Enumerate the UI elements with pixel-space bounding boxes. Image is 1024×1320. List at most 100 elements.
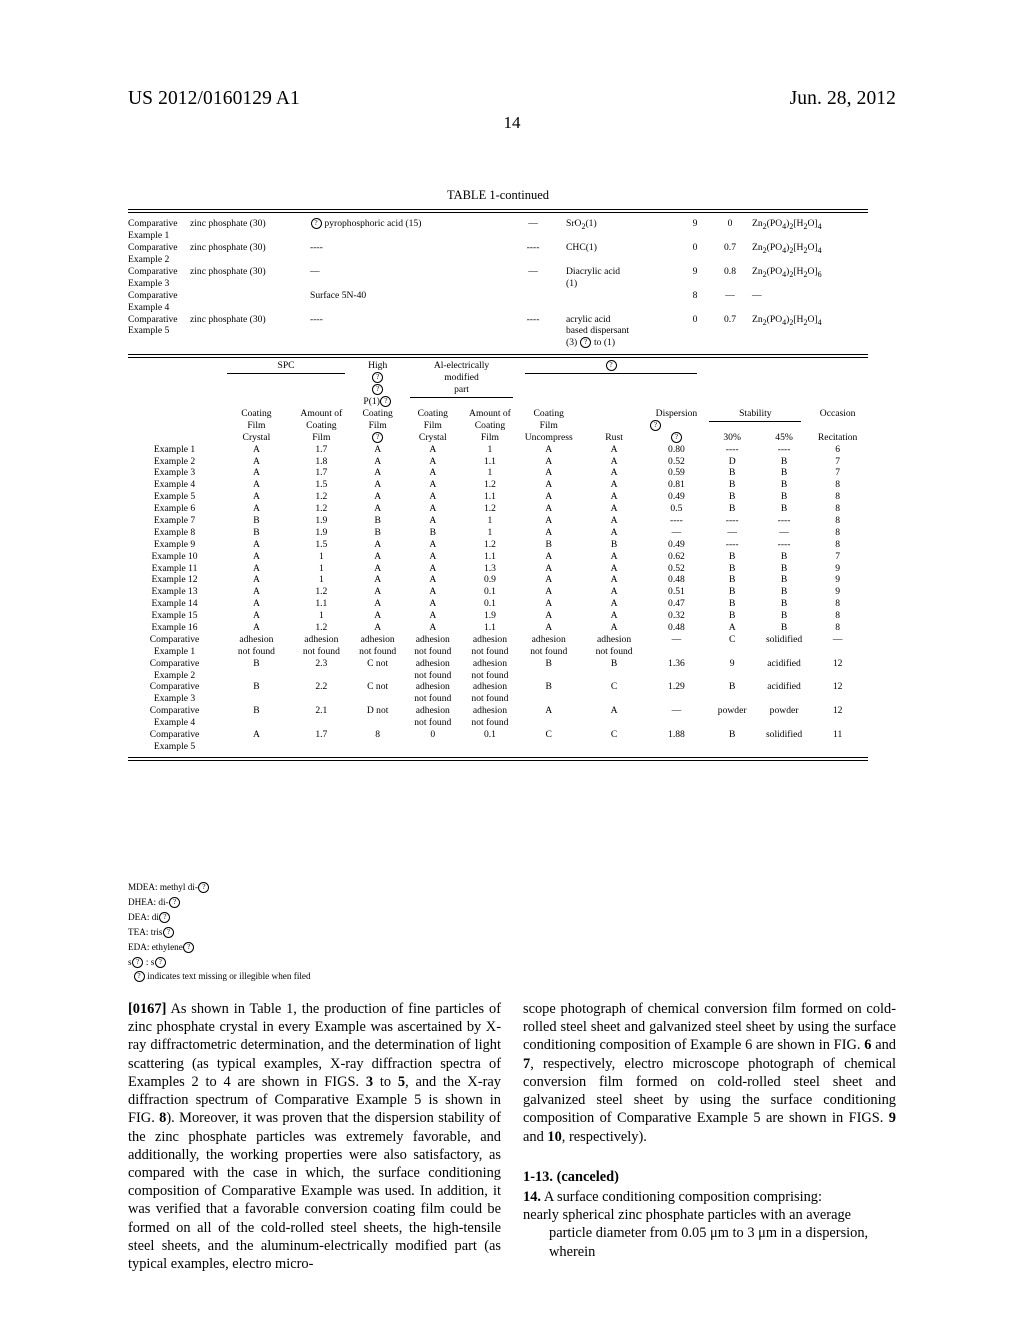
table-cell: A bbox=[429, 622, 437, 634]
table-cell: B bbox=[780, 562, 788, 574]
table-cell: 1.2 bbox=[483, 538, 496, 550]
table-cell: 1 bbox=[487, 467, 493, 479]
footnote-line: MDEA: methyl di-? bbox=[128, 880, 628, 895]
table-cell: 1.1 bbox=[483, 550, 496, 562]
table-cell: 1.9 bbox=[315, 515, 328, 526]
table-cell: B bbox=[780, 586, 788, 598]
table-cell: 0.49 bbox=[668, 491, 685, 503]
illegible-marker-icon: ? bbox=[310, 218, 322, 230]
table-cell: adhesion not found bbox=[302, 633, 340, 657]
table-group-header-row: SPC High ? ? P(1)? Al-electrically modif… bbox=[128, 360, 868, 408]
paragraph-0167: [0167] As shown in Table 1, the producti… bbox=[128, 1000, 501, 1273]
table-cell: A bbox=[374, 455, 382, 467]
table-row: Comparative Example 4 B 2.1 D not adhesion not… bbox=[128, 705, 868, 729]
illegible-marker-icon: ? bbox=[169, 896, 181, 908]
table-cell: ‐‐‐‐ bbox=[777, 538, 791, 550]
table-row: Example 11 A 1 A A 1.3 A A 0.52 B B 9 bbox=[128, 563, 868, 575]
cell-acid: ? pyrophosphoric acid (15) bbox=[310, 218, 500, 242]
table-cell: 1.1 bbox=[483, 455, 496, 467]
table-cell: A bbox=[252, 562, 260, 574]
table-row: Example 3 A 1.7 A A 1 A A 0.59 B B 7 bbox=[128, 467, 868, 479]
cell-formula: Zn2(PO4)2[H2O]4 bbox=[752, 313, 822, 327]
table-cell: A bbox=[374, 479, 382, 491]
table-cell: A bbox=[374, 538, 382, 550]
table-cell: B bbox=[728, 503, 736, 515]
table-cell: B bbox=[780, 550, 788, 562]
table-cell: 1.2 bbox=[315, 586, 328, 598]
illegible-marker-icon: ? bbox=[372, 372, 384, 384]
table-cell: 1.7 bbox=[315, 729, 328, 741]
subheader-crystal-2: Crystal bbox=[418, 431, 447, 443]
cell-dash bbox=[500, 290, 566, 314]
table-cell: — bbox=[832, 633, 843, 645]
table-bottom-rule bbox=[128, 756, 868, 761]
table-cell: B bbox=[728, 729, 736, 741]
table-cell: 1 bbox=[318, 550, 324, 562]
table-cell: A bbox=[252, 586, 260, 598]
table-cell: 1.2 bbox=[483, 503, 496, 515]
subheader-30pct: 30% bbox=[723, 431, 741, 443]
table-cell: — bbox=[671, 526, 682, 538]
table-cell: A bbox=[374, 574, 382, 586]
row-label: Example 4 bbox=[153, 479, 196, 491]
row-label: Example 5 bbox=[153, 491, 196, 503]
upper-bottom-rule bbox=[128, 354, 868, 359]
group-header-dispersion: ? bbox=[519, 360, 704, 408]
row-label: Comparative Example 3 bbox=[128, 266, 178, 289]
cell-acid: — bbox=[310, 266, 320, 277]
table-cell: 0.1 bbox=[483, 586, 496, 598]
subheader-rust: Rust bbox=[605, 431, 623, 443]
table-cell: 1 bbox=[487, 526, 493, 538]
table-cell: A bbox=[429, 538, 437, 550]
group-header-al-part: Al-electrically modified part bbox=[404, 360, 518, 408]
row-label: Example 3 bbox=[153, 467, 196, 479]
table-cell: 0.9 bbox=[483, 574, 496, 586]
table-cell: A bbox=[252, 598, 260, 610]
table-cell: A bbox=[728, 622, 736, 634]
row-label: Comparative Example 1 bbox=[149, 633, 200, 657]
claims-spacer bbox=[523, 1156, 896, 1168]
table-cell: C bbox=[545, 729, 552, 741]
claims-canceled-text: 1-13. (canceled) bbox=[523, 1168, 619, 1185]
table-cell: A bbox=[252, 574, 260, 586]
table-cell: 1.9 bbox=[315, 526, 328, 538]
col-header-occasion: Occasion bbox=[819, 407, 856, 419]
group-header-blank-2 bbox=[703, 360, 760, 408]
table-cell: A bbox=[545, 455, 553, 467]
row-label: Comparative Example 2 bbox=[128, 242, 178, 266]
table-row: Example 7 B 1.9 B A 1 A A ‐‐‐‐ ‐‐‐‐ ‐‐‐‐ 8 bbox=[128, 515, 868, 527]
table-cell: 0.49 bbox=[668, 538, 685, 550]
table-cell: A bbox=[610, 562, 618, 574]
table-cell: adhesion not found bbox=[530, 633, 568, 657]
table-cell: A bbox=[545, 515, 553, 526]
table-top-rule bbox=[128, 209, 868, 214]
cell-additive: acrylic acid based dispersant (3) ? to (1) bbox=[566, 313, 630, 349]
cell-dash: ‐‐‐‐ bbox=[526, 242, 540, 254]
footnote-line: EDA: ethylene? bbox=[128, 940, 628, 955]
illegible-marker-icon: ? bbox=[372, 431, 384, 443]
illegible-marker-icon: ? bbox=[670, 431, 682, 443]
row-label: Example 6 bbox=[153, 503, 196, 515]
table-cell: C bbox=[610, 729, 618, 741]
table-cell: 1.9 bbox=[483, 610, 496, 622]
stability-underline bbox=[709, 420, 802, 422]
table-cell: 1.2 bbox=[315, 622, 328, 634]
dispersion-group-underline bbox=[524, 373, 698, 375]
table-row: Example 5 A 1.2 A A 1.1 A A 0.49 B B 8 bbox=[128, 491, 868, 503]
table-row: Example 13 A 1.2 A A 0.1 A A 0.51 B B 9 bbox=[128, 586, 868, 598]
table-cell: 1 bbox=[318, 610, 324, 622]
row-label: Comparative Example 5 bbox=[149, 729, 200, 752]
row-label: Comparative Example 1 bbox=[128, 218, 178, 242]
row-label: Comparative Example 2 bbox=[149, 657, 200, 681]
table-cell: 1.5 bbox=[315, 479, 328, 491]
illegible-marker-icon: ? bbox=[372, 384, 384, 396]
table-cell: 1.2 bbox=[315, 503, 328, 515]
table-cell: 1.88 bbox=[668, 729, 685, 741]
table-lower: SPC High ? ? P(1)? Al-electrically modif… bbox=[128, 360, 868, 752]
row-label: Example 13 bbox=[151, 586, 198, 598]
table-cell: 1.2 bbox=[483, 479, 496, 491]
table-cell: adhesion not found bbox=[237, 633, 275, 657]
table-cell: C bbox=[610, 681, 618, 693]
table-cell: B bbox=[728, 574, 736, 586]
table-cell: adhesion not found bbox=[414, 657, 452, 681]
